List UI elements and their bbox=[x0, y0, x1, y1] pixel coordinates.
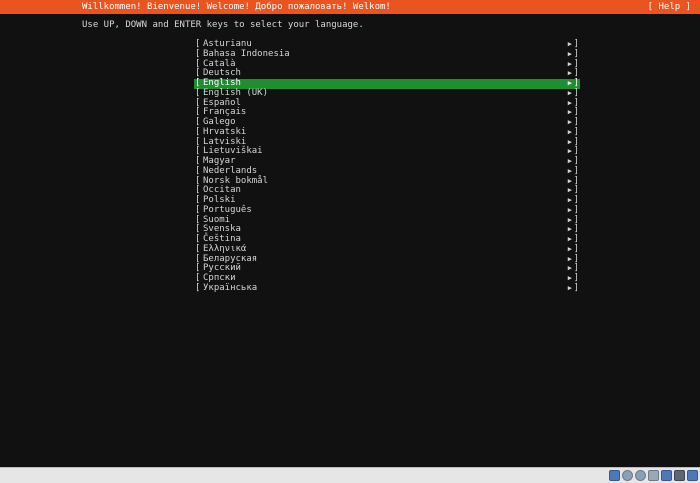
header-bar: Willkommen! Bienvenue! Welcome! Добро по… bbox=[0, 0, 700, 14]
language-item[interactable]: [Galego ▶] bbox=[194, 117, 580, 128]
arrow-right-icon: ▶ bbox=[567, 225, 572, 234]
arrow-right-icon: ▶ bbox=[567, 157, 572, 165]
arrow-right-icon: ▶ bbox=[567, 98, 572, 107]
help-button[interactable]: [ Help ] bbox=[648, 0, 691, 14]
arrow-right-icon: ▶ bbox=[567, 186, 572, 195]
arrow-right-icon: ▶ bbox=[567, 127, 572, 136]
usb-icon[interactable] bbox=[622, 470, 633, 481]
arrow-right-icon: ▶ bbox=[567, 137, 572, 146]
language-item[interactable]: [Deutsch ▶] bbox=[194, 68, 580, 79]
arrow-right-icon: ▶ bbox=[567, 274, 572, 282]
cd-icon[interactable] bbox=[635, 470, 646, 481]
keyboard-capture-icon[interactable] bbox=[687, 470, 698, 481]
arrow-right-icon: ▶ bbox=[567, 147, 572, 156]
arrow-right-icon: ▶ bbox=[567, 215, 572, 224]
language-list: [Asturianu ▶][Bahasa Indonesia ▶][Català ▶]… bbox=[194, 39, 580, 294]
language-item[interactable]: [Occitan ▶] bbox=[194, 185, 580, 196]
arrow-right-icon: ▶ bbox=[567, 205, 572, 214]
language-item[interactable]: [Português ▶] bbox=[194, 205, 580, 216]
language-item[interactable]: [Русский ▶] bbox=[194, 263, 580, 274]
arrow-right-icon: ▶ bbox=[567, 59, 572, 68]
vm-status-bar bbox=[0, 467, 700, 483]
language-item[interactable]: [Svenska ▶] bbox=[194, 224, 580, 235]
network-icon[interactable] bbox=[609, 470, 620, 481]
language-item[interactable]: [Hrvatski ▶] bbox=[194, 127, 580, 138]
arrow-right-icon: ▶ bbox=[567, 244, 572, 253]
arrow-right-icon: ▶ bbox=[567, 283, 572, 292]
arrow-right-icon: ▶ bbox=[567, 176, 572, 185]
arrow-right-icon: ▶ bbox=[567, 254, 572, 263]
arrow-right-icon: ▶ bbox=[567, 108, 572, 117]
arrow-right-icon: ▶ bbox=[567, 118, 572, 126]
arrow-right-icon: ▶ bbox=[567, 40, 572, 48]
arrow-right-icon: ▶ bbox=[567, 88, 572, 97]
vm-tray bbox=[609, 470, 698, 481]
language-item[interactable]: [Suomi ▶] bbox=[194, 215, 580, 226]
recording-icon[interactable] bbox=[674, 470, 685, 481]
arrow-right-icon: ▶ bbox=[567, 264, 572, 273]
shared-folder-icon[interactable] bbox=[648, 470, 659, 481]
welcome-title: Willkommen! Bienvenue! Welcome! Добро по… bbox=[82, 2, 391, 12]
language-item[interactable]: [Català ▶] bbox=[194, 59, 580, 70]
language-item[interactable]: [Čeština ▶] bbox=[194, 234, 580, 245]
arrow-right-icon: ▶ bbox=[567, 69, 572, 78]
arrow-right-icon: ▶ bbox=[567, 79, 572, 87]
language-item[interactable]: [Español ▶] bbox=[194, 98, 580, 109]
bracket-right: ] bbox=[573, 282, 579, 293]
arrow-right-icon: ▶ bbox=[567, 235, 572, 243]
arrow-right-icon: ▶ bbox=[567, 49, 572, 58]
arrow-right-icon: ▶ bbox=[567, 166, 572, 175]
language-item[interactable]: [Norsk bokmål ▶] bbox=[194, 176, 580, 187]
language-item[interactable]: [Lietuviškai ▶] bbox=[194, 146, 580, 157]
display-icon[interactable] bbox=[661, 470, 672, 481]
language-item[interactable]: [Français ▶] bbox=[194, 107, 580, 118]
language-item[interactable]: [Українська ▶] bbox=[194, 282, 580, 294]
language-item[interactable]: [Беларуская ▶] bbox=[194, 254, 580, 265]
instructions-text: Use UP, DOWN and ENTER keys to select yo… bbox=[82, 20, 364, 30]
language-label: Українська bbox=[203, 282, 258, 293]
language-item[interactable]: [English (UK) ▶] bbox=[194, 88, 580, 99]
bracket-left: [ bbox=[195, 282, 201, 293]
arrow-right-icon: ▶ bbox=[567, 196, 572, 204]
language-item[interactable]: [Bahasa Indonesia ▶] bbox=[194, 49, 580, 60]
